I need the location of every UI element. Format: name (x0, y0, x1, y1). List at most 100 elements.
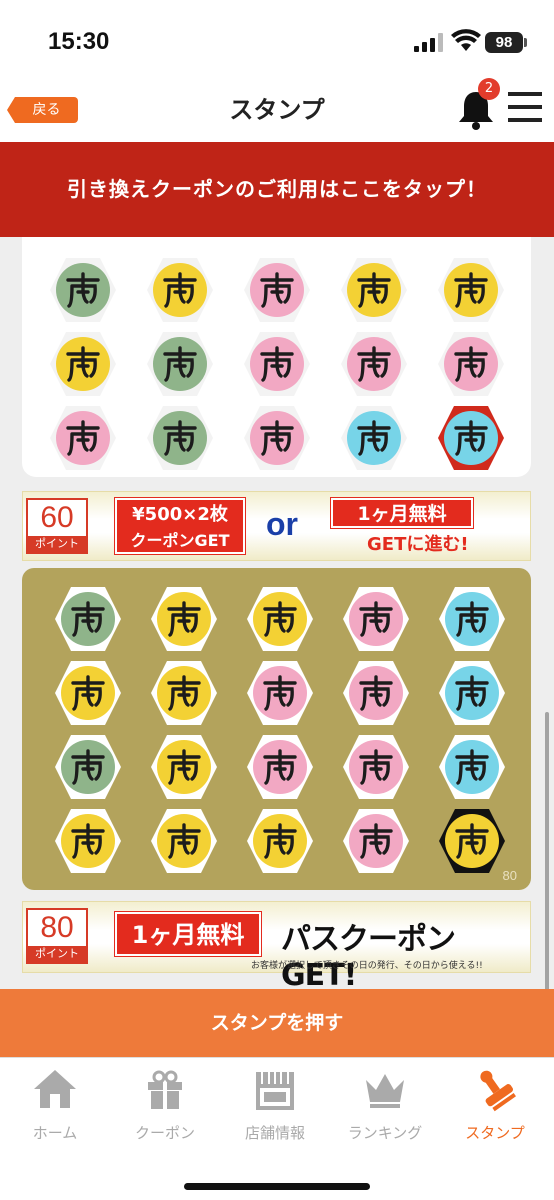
stamp-mark-icon (455, 675, 489, 711)
stamp-mark-icon (66, 420, 100, 456)
stamp-mark-icon (455, 601, 489, 637)
status-bar: 15:30 98 (0, 0, 554, 74)
stamp-mark-icon (163, 346, 197, 382)
promo-note: お客様が選択して頂きその日の発行、その日から使える!! (251, 961, 483, 971)
promo-banner-80[interactable]: 80 ポイント 1ヶ月無料 パスクーポンGET! お客様が選択して頂きその日の発… (22, 901, 531, 989)
points-box: 60 ポイント (26, 498, 88, 554)
press-stamp-button[interactable]: スタンプを押す (0, 989, 554, 1057)
hamburger-menu-icon[interactable] (508, 92, 542, 122)
stamp-slot (149, 584, 219, 654)
stamp-mark-icon (263, 749, 297, 785)
stamp-slot (436, 255, 506, 325)
stamp-mark-icon (359, 749, 393, 785)
stamp-slot (341, 658, 411, 728)
stamp-mark-icon (167, 601, 201, 637)
pass-coupon-text: パスクーポンGET! (281, 922, 456, 989)
stamp-slot (341, 732, 411, 802)
scrollbar-thumb[interactable] (545, 712, 549, 989)
stamp-slot (48, 403, 118, 473)
stamp-slot (149, 658, 219, 728)
stamp-mark-icon (167, 749, 201, 785)
stamp-mark-icon (163, 272, 197, 308)
stamp-slot (242, 255, 312, 325)
stamp-slot (245, 584, 315, 654)
stamp-slot (53, 806, 123, 876)
stamp-slot (53, 584, 123, 654)
stamp-slot (53, 732, 123, 802)
stamp-slot (436, 329, 506, 399)
tab-bar: ホーム クーポン 店舗情報 ランキング スタンプ (0, 1057, 554, 1200)
tab-label: クーポン (134, 1124, 195, 1142)
stamp-slot (341, 806, 411, 876)
stamp-mark-icon (455, 749, 489, 785)
stamp-mark-icon (260, 420, 294, 456)
stamp-slot (339, 329, 409, 399)
tab-label: ホーム (32, 1124, 78, 1142)
stamp-card-60 (22, 237, 531, 477)
home-icon (34, 1070, 76, 1108)
tab-stamp[interactable]: スタンプ (440, 1058, 550, 1153)
stamp-mark-icon (359, 601, 393, 637)
stamp-mark-icon (359, 675, 393, 711)
stamp-slot (437, 732, 507, 802)
coupon-offer-line1: ¥500×2枚 (132, 504, 228, 525)
signal-icon (414, 32, 444, 52)
coupon-offer-block: ¥500×2枚 クーポンGET (115, 498, 245, 554)
stamp-slot (48, 329, 118, 399)
stamp-mark-icon (357, 346, 391, 382)
status-time: 15:30 (48, 28, 110, 55)
stamp-card-80: 80 (22, 568, 531, 890)
gift-icon (148, 1070, 182, 1109)
or-text: or (266, 506, 298, 542)
stamp-mark-icon (167, 675, 201, 711)
stamp-slot (145, 255, 215, 325)
stamp-mark-icon (260, 272, 294, 308)
stamp-slot (242, 329, 312, 399)
stamp-mark-icon (263, 675, 297, 711)
stamp-mark-icon (455, 823, 489, 859)
free-month-block: 1ヶ月無料 (115, 912, 261, 956)
tab-ranking[interactable]: ランキング (330, 1058, 440, 1153)
stamp-mark-icon (66, 272, 100, 308)
stamp-slot (245, 732, 315, 802)
stamp-slot (145, 403, 215, 473)
proceed-text: GETに進む! (367, 534, 469, 555)
stamp-mark-icon (357, 272, 391, 308)
promo-banner-60[interactable]: 60 ポイント ¥500×2枚 クーポンGET or 1ヶ月無料 GETに進む! (22, 491, 531, 561)
stamp-mark-icon (71, 675, 105, 711)
stamp-mark-icon (454, 346, 488, 382)
stamp-slot (437, 658, 507, 728)
stamp-slot (339, 255, 409, 325)
stamp-mark-icon (454, 272, 488, 308)
stamp-slot (437, 584, 507, 654)
stamp-mark-icon (454, 420, 488, 456)
coupon-redeem-banner[interactable]: 引き換えクーポンのご利用はここをタップ！ (0, 142, 554, 237)
stamp-mark-icon (357, 420, 391, 456)
stamp-slot (149, 806, 219, 876)
tab-label: ランキング (347, 1124, 423, 1142)
stamp-mark-icon (359, 823, 393, 859)
stamp-slot (245, 658, 315, 728)
tab-home[interactable]: ホーム (0, 1058, 110, 1153)
nav-bar: 戻る スタンプ 2 (0, 74, 554, 142)
home-indicator (184, 1183, 370, 1190)
coupon-offer-line2: クーポンGET (130, 531, 230, 550)
wifi-icon (451, 29, 481, 51)
battery-tip (524, 38, 527, 47)
stamp-card-scroll[interactable]: 60 ポイント ¥500×2枚 クーポンGET or 1ヶ月無料 GETに進む!… (0, 237, 554, 989)
crown-icon (366, 1074, 404, 1108)
notification-badge: 2 (478, 78, 500, 100)
stamp-mark-icon (71, 749, 105, 785)
stamp-slot (53, 658, 123, 728)
tab-store[interactable]: 店舗情報 (220, 1058, 330, 1153)
stamp-slot (245, 806, 315, 876)
stamp-mark-icon (163, 420, 197, 456)
stamp-icon (480, 1070, 516, 1112)
tab-label: スタンプ (465, 1124, 525, 1142)
stamp-slot (437, 806, 507, 876)
stamp-mark-icon (66, 346, 100, 382)
stamp-mark-icon (260, 346, 294, 382)
tab-coupon[interactable]: クーポン (110, 1058, 220, 1153)
free-month-block: 1ヶ月無料 (331, 498, 473, 528)
points-box: 80 ポイント (26, 908, 88, 964)
